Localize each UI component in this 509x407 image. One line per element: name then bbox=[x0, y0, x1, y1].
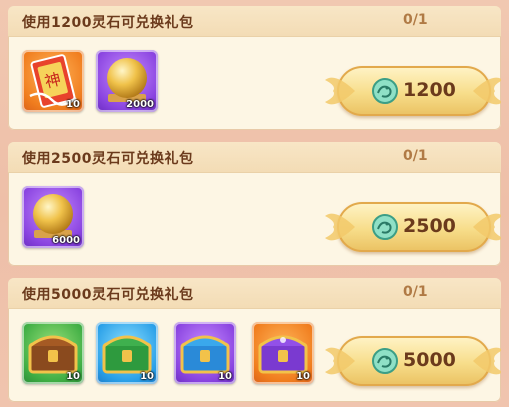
reward-item[interactable]: 10 bbox=[96, 322, 158, 384]
purchase-progress: 0/1 bbox=[403, 148, 428, 164]
wing-ornament-icon bbox=[325, 77, 355, 105]
wing-ornament-icon bbox=[473, 347, 501, 375]
wing-ornament-icon bbox=[473, 77, 501, 105]
price-label: 2500 bbox=[403, 215, 456, 237]
item-quantity: 10 bbox=[296, 371, 310, 382]
reward-item[interactable]: 10 bbox=[22, 322, 84, 384]
item-quantity: 10 bbox=[66, 371, 80, 382]
reward-item[interactable]: 10 bbox=[252, 322, 314, 384]
item-quantity: 10 bbox=[66, 99, 80, 110]
reward-item[interactable]: 神 10 bbox=[22, 50, 84, 112]
item-quantity: 10 bbox=[140, 371, 154, 382]
price-label: 1200 bbox=[403, 79, 456, 101]
purchase-progress: 0/1 bbox=[403, 12, 428, 28]
wing-ornament-icon bbox=[325, 347, 355, 375]
card-header: 使用1200灵石可兑换礼包 0/1 bbox=[8, 6, 501, 37]
purchase-progress: 0/1 bbox=[403, 284, 428, 300]
spirit-stone-dragon-icon bbox=[372, 214, 398, 240]
price-label: 5000 bbox=[403, 349, 456, 371]
wing-ornament-icon bbox=[325, 213, 355, 241]
gift-pack-card-3: 使用5000灵石可兑换礼包 0/1 10 10 10 10 5000 bbox=[8, 278, 501, 402]
item-quantity: 10 bbox=[218, 371, 232, 382]
reward-item[interactable]: 2000 bbox=[96, 50, 158, 112]
card-header: 使用5000灵石可兑换礼包 0/1 bbox=[8, 278, 501, 309]
card-header: 使用2500灵石可兑换礼包 0/1 bbox=[8, 142, 501, 173]
pack-title: 使用2500灵石可兑换礼包 bbox=[22, 151, 194, 167]
reward-item[interactable]: 10 bbox=[174, 322, 236, 384]
spirit-stone-dragon-icon bbox=[372, 78, 398, 104]
wing-ornament-icon bbox=[473, 213, 501, 241]
exchange-button[interactable]: 2500 bbox=[325, 202, 501, 252]
exchange-button[interactable]: 5000 bbox=[325, 336, 501, 386]
spirit-stone-dragon-icon bbox=[372, 348, 398, 374]
pack-title: 使用5000灵石可兑换礼包 bbox=[22, 287, 194, 303]
gift-pack-card-2: 使用2500灵石可兑换礼包 0/1 6000 2500 bbox=[8, 142, 501, 266]
gift-pack-card-1: 使用1200灵石可兑换礼包 0/1 神 10 2000 1200 bbox=[8, 6, 501, 130]
item-quantity: 6000 bbox=[52, 235, 80, 246]
exchange-button[interactable]: 1200 bbox=[325, 66, 501, 116]
pack-title: 使用1200灵石可兑换礼包 bbox=[22, 15, 194, 31]
item-quantity: 2000 bbox=[126, 99, 154, 110]
reward-item[interactable]: 6000 bbox=[22, 186, 84, 248]
